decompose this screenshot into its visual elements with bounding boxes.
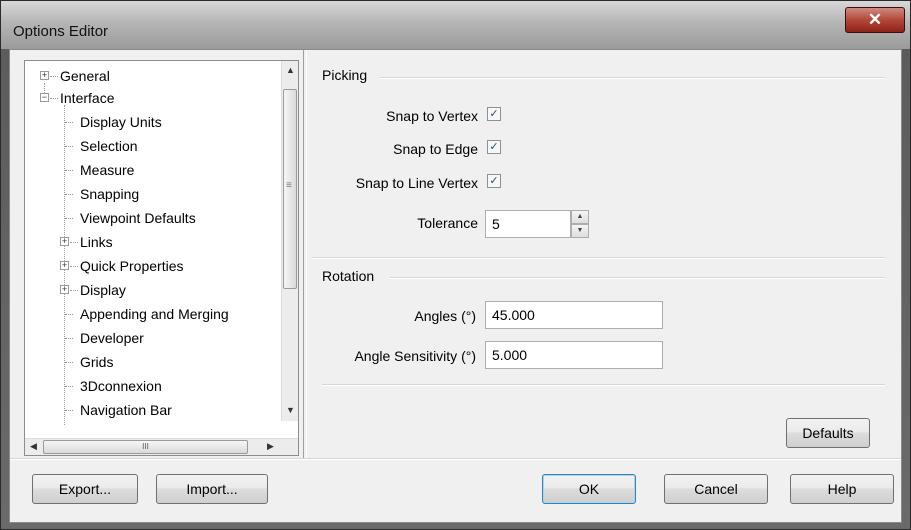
tree-item-selection[interactable]: Selection (25, 135, 275, 157)
tree-connector (50, 98, 58, 99)
angle-sensitivity-label: Angle Sensitivity (°) (354, 348, 476, 364)
title-bar[interactable]: Options Editor ✕ (1, 1, 910, 49)
tree-item-label: Selection (80, 138, 138, 154)
import-button[interactable]: Import... (156, 474, 268, 504)
angles-label: Angles (°) (414, 308, 476, 324)
check-icon: ✓ (489, 108, 499, 120)
tree-item-viewpoint-defaults[interactable]: Viewpoint Defaults (25, 207, 275, 229)
expand-icon[interactable]: + (60, 261, 69, 270)
dialog-client-area: + General − Interface Display Units Sele… (9, 49, 902, 523)
group-divider (312, 257, 885, 259)
group-divider (380, 77, 885, 79)
expand-icon[interactable]: + (40, 71, 49, 80)
tree-connector (65, 362, 73, 363)
snap-to-edge-label: Snap to Edge (393, 141, 478, 157)
horizontal-scroll-thumb[interactable]: III (43, 440, 248, 454)
spin-up-icon[interactable]: ▲ (571, 210, 589, 224)
tree-connector (50, 76, 58, 77)
scroll-up-icon[interactable]: ▲ (282, 65, 298, 75)
tree-connector (65, 122, 73, 123)
tree-item-links[interactable]: + Links (25, 231, 275, 253)
tree-item-label: Navigation Bar (80, 402, 172, 418)
tree-item-developer[interactable]: Developer (25, 327, 275, 349)
scroll-left-icon[interactable]: ◀ (25, 441, 42, 452)
snap-to-line-vertex-label: Snap to Line Vertex (355, 175, 478, 191)
tree-item-label: Links (80, 234, 113, 250)
export-button[interactable]: Export... (32, 474, 138, 504)
options-tree[interactable]: + General − Interface Display Units Sele… (24, 60, 299, 456)
tree-item-general[interactable]: + General (25, 65, 275, 87)
tolerance-spinner[interactable]: ▲ ▼ (571, 210, 589, 238)
tree-item-label: General (60, 68, 110, 84)
tree-item-label: Developer (80, 330, 144, 346)
grip-icon: III (142, 442, 149, 451)
tree-connector (65, 314, 73, 315)
snap-to-vertex-checkbox[interactable]: ✓ (487, 107, 501, 121)
vertical-scrollbar[interactable]: ▲ ≡ ▼ (281, 61, 298, 421)
defaults-button[interactable]: Defaults (786, 418, 870, 448)
tree-connector (70, 242, 78, 243)
scroll-right-icon[interactable]: ▶ (262, 441, 279, 452)
tree-item-label: 3Dconnexion (80, 378, 162, 394)
tree-item-label: Viewpoint Defaults (80, 210, 196, 226)
tree-item-navigation-bar[interactable]: Navigation Bar (25, 399, 275, 421)
cancel-button[interactable]: Cancel (664, 474, 768, 504)
tree-item-display[interactable]: + Display (25, 279, 275, 301)
horizontal-scrollbar[interactable]: ◀ III ▶ (25, 438, 298, 455)
close-button[interactable]: ✕ (845, 7, 905, 33)
scroll-down-icon[interactable]: ▼ (282, 405, 298, 415)
tree-connector (65, 338, 73, 339)
picking-heading: Picking (322, 67, 368, 83)
check-icon: ✓ (489, 175, 499, 187)
group-divider (322, 384, 885, 386)
tree-item-label: Display (80, 282, 126, 298)
tree-item-snapping[interactable]: Snapping (25, 183, 275, 205)
tree-item-label: Interface (60, 90, 115, 106)
ok-button[interactable]: OK (542, 474, 636, 504)
spin-down-icon[interactable]: ▼ (571, 224, 589, 238)
help-button[interactable]: Help (790, 474, 894, 504)
close-icon: ✕ (867, 10, 883, 29)
snap-to-line-vertex-checkbox[interactable]: ✓ (487, 174, 501, 188)
tree-item-measure[interactable]: Measure (25, 159, 275, 181)
collapse-icon[interactable]: − (40, 93, 49, 102)
tolerance-input[interactable]: 5 (485, 210, 571, 238)
tree-item-label: Quick Properties (80, 258, 184, 274)
angles-input[interactable]: 45.000 (485, 301, 663, 329)
tolerance-label: Tolerance (417, 215, 478, 231)
tree-connector (65, 170, 73, 171)
snap-to-vertex-label: Snap to Vertex (386, 108, 478, 124)
rotation-heading: Rotation (322, 268, 375, 284)
vertical-scroll-thumb[interactable]: ≡ (283, 89, 297, 289)
tree-item-label: Snapping (80, 186, 140, 202)
tree-item-label: Measure (80, 162, 135, 178)
footer-divider (10, 458, 901, 460)
tree-item-appending-and-merging[interactable]: Appending and Merging (25, 303, 275, 325)
angle-sensitivity-input[interactable]: 5.000 (485, 341, 663, 369)
tree-connector (65, 410, 73, 411)
expand-icon[interactable]: + (60, 285, 69, 294)
tree-item-quick-properties[interactable]: + Quick Properties (25, 255, 275, 277)
tree-connector (65, 194, 73, 195)
tree-connector (70, 266, 78, 267)
tree-connector (65, 386, 73, 387)
panel-splitter[interactable] (303, 50, 307, 460)
tree-item-display-units[interactable]: Display Units (25, 111, 275, 133)
tree-item-label: Grids (80, 354, 114, 370)
expand-icon[interactable]: + (60, 237, 69, 246)
tree-item-label: Appending and Merging (80, 306, 229, 322)
check-icon: ✓ (489, 141, 499, 153)
snap-to-edge-checkbox[interactable]: ✓ (487, 140, 501, 154)
tree-item-interface[interactable]: − Interface (25, 87, 275, 109)
grip-icon: ≡ (286, 180, 292, 191)
tree-item-grids[interactable]: Grids (25, 351, 275, 373)
window-title: Options Editor (13, 23, 109, 40)
tree-item-label: Display Units (80, 114, 162, 130)
options-editor-window: Options Editor ✕ + General − Interface D… (0, 0, 911, 530)
group-divider (390, 277, 885, 279)
tree-connector (65, 218, 73, 219)
tree-connector (65, 146, 73, 147)
tree-connector (70, 290, 78, 291)
tree-item-3dconnexion[interactable]: 3Dconnexion (25, 375, 275, 397)
